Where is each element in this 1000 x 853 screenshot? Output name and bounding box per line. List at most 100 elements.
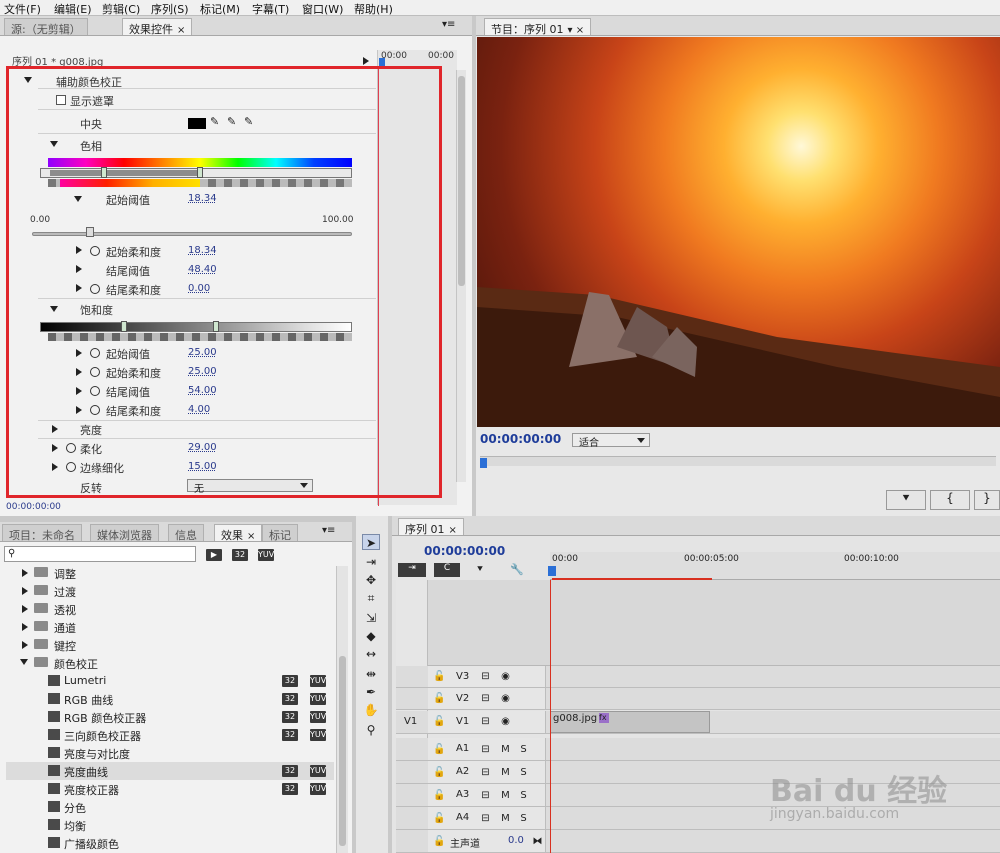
effect-item[interactable]: Lumetri 32 YUV	[6, 672, 334, 690]
zoom-tool-icon[interactable]: ⚲	[362, 722, 380, 738]
sync-lock-icon[interactable]: ⊟	[478, 788, 493, 803]
accelerated-effects-filter-icon[interactable]: ▶	[206, 549, 222, 561]
close-icon[interactable]: ×	[177, 25, 185, 36]
lock-icon[interactable]: 🔓	[432, 669, 447, 684]
tab-info[interactable]: 信息	[168, 524, 204, 542]
effect-folder[interactable]: 颜色校正	[6, 654, 334, 672]
tab-media-browser[interactable]: 媒体浏览器	[90, 524, 159, 542]
audio-track-a4[interactable]: 🔓 A4 ⊟ M S	[396, 807, 1000, 830]
ec-scrollbar[interactable]	[456, 70, 466, 482]
video-track-v3[interactable]: 🔓 V3 ⊟ ◉	[396, 666, 1000, 688]
expand-icon[interactable]	[22, 641, 28, 649]
mute-button[interactable]: M	[498, 811, 513, 826]
solo-button[interactable]: S	[516, 788, 531, 803]
audio-track-a1[interactable]: 🔓 A1 ⊟ M S	[396, 738, 1000, 761]
effects-scroll-thumb[interactable]	[339, 656, 346, 846]
eye-icon[interactable]: ◉	[498, 714, 513, 729]
mute-button[interactable]: M	[498, 765, 513, 780]
lock-icon[interactable]: 🔓	[432, 788, 447, 803]
expand-icon[interactable]	[22, 623, 28, 631]
effect-folder[interactable]: 过渡	[6, 582, 334, 600]
close-icon[interactable]: ×	[247, 531, 255, 542]
add-marker-button[interactable]: ⯆	[886, 490, 926, 510]
close-icon[interactable]: ▾ ×	[568, 25, 585, 36]
menu-marker[interactable]: 标记(M)	[200, 1, 240, 17]
solo-button[interactable]: S	[516, 811, 531, 826]
tab-markers[interactable]: 标记	[262, 524, 298, 542]
effect-item[interactable]: 三向颜色校正器 32 YUV	[6, 726, 334, 744]
lock-icon[interactable]: 🔓	[432, 834, 447, 849]
wrench-icon[interactable]: 🔧	[510, 563, 524, 576]
linked-selection-icon[interactable]: C	[434, 563, 460, 577]
lock-icon[interactable]: 🔓	[432, 714, 447, 729]
sync-lock-icon[interactable]: ⊟	[478, 691, 493, 706]
expand-icon[interactable]	[22, 569, 28, 577]
effect-item[interactable]: 亮度曲线 32 YUV	[6, 762, 334, 780]
play-icon[interactable]	[363, 57, 369, 65]
panel-menu-icon[interactable]: ▾≡	[322, 525, 335, 536]
snap-icon[interactable]: ⇥	[398, 563, 426, 577]
timeline-playhead[interactable]	[548, 566, 556, 576]
mute-button[interactable]: M	[498, 742, 513, 757]
yuv-filter-icon[interactable]: YUV	[258, 549, 274, 561]
eye-icon[interactable]: ◉	[498, 669, 513, 684]
collapse-icon[interactable]	[20, 659, 28, 665]
program-playhead[interactable]	[480, 458, 487, 468]
32bit-filter-icon[interactable]: 32	[232, 549, 248, 561]
effect-item[interactable]: 亮度校正器 32 YUV	[6, 780, 334, 798]
effect-folder[interactable]: 透视	[6, 600, 334, 618]
mark-out-button[interactable]: }	[974, 490, 1000, 510]
slip-tool-icon[interactable]: ↔	[362, 646, 380, 662]
sync-lock-icon[interactable]: ⊟	[478, 669, 493, 684]
master-volume-value[interactable]: 0.0	[508, 835, 524, 846]
program-video-frame[interactable]	[477, 37, 1000, 427]
timeline-timecode[interactable]: 00:00:00:00	[424, 544, 505, 558]
menu-clip[interactable]: 剪辑(C)	[102, 1, 140, 17]
effect-item[interactable]: 分色	[6, 798, 334, 816]
master-track[interactable]: 🔓 主声道 0.0 ⧓	[396, 830, 1000, 853]
effects-scrollbar[interactable]	[336, 566, 348, 853]
menu-edit[interactable]: 编辑(E)	[54, 1, 92, 17]
effect-item[interactable]: RGB 颜色校正器 32 YUV	[6, 708, 334, 726]
lock-icon[interactable]: 🔓	[432, 811, 447, 826]
effect-item[interactable]: RGB 曲线 32 YUV	[6, 690, 334, 708]
lock-icon[interactable]: 🔓	[432, 691, 447, 706]
eye-icon[interactable]: ◉	[498, 691, 513, 706]
pen-tool-icon[interactable]: ✒	[362, 684, 380, 700]
tab-effect-controls[interactable]: 效果控件 ×	[122, 18, 193, 36]
tab-source[interactable]: 源:（无剪辑）	[4, 18, 88, 36]
menu-help[interactable]: 帮助(H)	[354, 1, 393, 17]
mark-in-button[interactable]: {	[930, 490, 970, 510]
program-time-ruler[interactable]	[480, 456, 996, 466]
solo-button[interactable]: S	[516, 742, 531, 757]
effect-folder[interactable]: 通道	[6, 618, 334, 636]
razor-tool-icon[interactable]: ◆	[362, 628, 380, 644]
ec-playhead-handle[interactable]	[379, 58, 385, 66]
effect-item[interactable]: 均衡	[6, 816, 334, 834]
menu-title[interactable]: 字幕(T)	[252, 1, 289, 17]
menu-file[interactable]: 文件(F)	[4, 1, 41, 17]
tab-sequence[interactable]: 序列 01 ×	[398, 518, 464, 536]
rate-stretch-tool-icon[interactable]: ⇲	[362, 610, 380, 626]
ec-timecode[interactable]: 00:00:00:00	[6, 502, 61, 512]
hand-tool-icon[interactable]: ✋	[362, 702, 380, 718]
sync-lock-icon[interactable]: ⊟	[478, 811, 493, 826]
solo-button[interactable]: S	[516, 765, 531, 780]
tab-program[interactable]: 节目：序列 01 ▾ ×	[484, 18, 592, 36]
tab-effects[interactable]: 效果 ×	[214, 524, 263, 542]
sync-lock-icon[interactable]: ⊟	[478, 765, 493, 780]
effect-folder[interactable]: 调整	[6, 564, 334, 582]
tab-project[interactable]: 项目：未命名	[2, 524, 82, 542]
source-patch-v1[interactable]: V1	[404, 716, 417, 727]
clip-g008[interactable]: g008.jpg fx	[550, 711, 710, 733]
slide-tool-icon[interactable]: ⇹	[362, 666, 380, 682]
menu-sequence[interactable]: 序列(S)	[151, 1, 189, 17]
mute-button[interactable]: M	[498, 788, 513, 803]
video-track-v2[interactable]: 🔓 V2 ⊟ ◉	[396, 688, 1000, 710]
ripple-edit-tool-icon[interactable]: ✥	[362, 572, 380, 588]
sync-lock-icon[interactable]: ⊟	[478, 742, 493, 757]
lock-icon[interactable]: 🔓	[432, 742, 447, 757]
expand-icon[interactable]	[22, 605, 28, 613]
selection-tool-icon[interactable]: ➤	[362, 534, 380, 550]
effect-item[interactable]: 亮度与对比度	[6, 744, 334, 762]
